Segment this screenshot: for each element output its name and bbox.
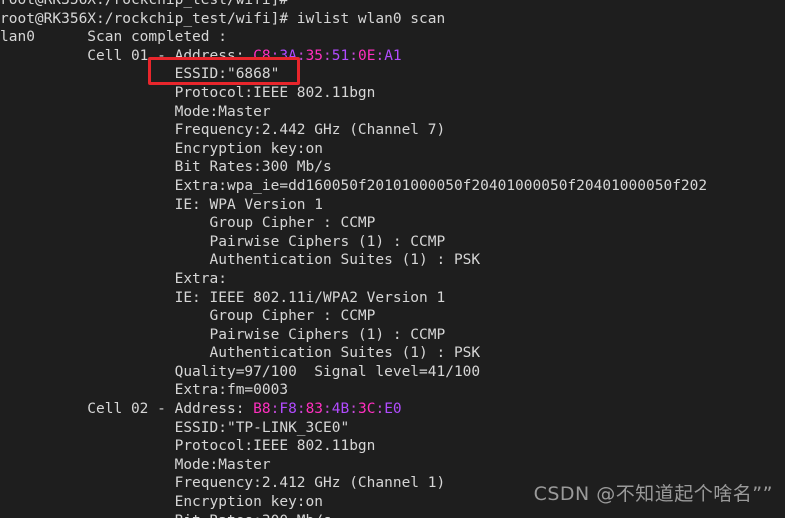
terminal-line-prompt-command: root@RK356X:/rockchip_test/wifi]# iwlist…	[0, 10, 785, 29]
terminal-line-cell01-mode: Mode:Master	[0, 103, 785, 122]
terminal-output[interactable]: root@RK356X:/rockchip_test/wifi]# root@RK…	[0, 0, 785, 518]
line-text: Encryption key:on	[0, 494, 324, 511]
mac-separator: :	[375, 47, 385, 64]
mac-octet: B8	[253, 401, 271, 418]
mac-separator: :	[296, 401, 306, 418]
terminal-line-cell02-bitrates: Bit Rates:300 Mb/s	[0, 512, 785, 518]
terminal-line-cell01-extra: Extra:	[0, 270, 785, 289]
line-text: root@RK356X:/rockchip_test/wifi]# iwlist…	[0, 10, 446, 27]
line-text: Cell 01 - Address:	[0, 47, 254, 64]
terminal-line-cell01-wpa2-pairwise: Pairwise Ciphers (1) : CCMP	[0, 326, 785, 345]
line-text: Bit Rates:300 Mb/s	[0, 159, 332, 176]
mac-octet: 35	[305, 47, 324, 64]
line-text: Extra:	[0, 270, 227, 287]
terminal-line-cell01-essid: ESSID:"6868"	[0, 65, 785, 84]
terminal-line-cell02-address: Cell 02 - Address: B8:F8:83:4B:3C:E0	[0, 400, 785, 419]
terminal-line-prompt-prev: root@RK356X:/rockchip_test/wifi]#	[0, 0, 785, 10]
line-text: IE: WPA Version 1	[0, 196, 324, 213]
mac-octet: E0	[384, 401, 402, 418]
terminal-line-cell01-wpa-group: Group Cipher : CCMP	[0, 214, 785, 233]
mac-separator: :	[323, 401, 332, 418]
terminal-line-cell01-wpa2-group: Group Cipher : CCMP	[0, 307, 785, 326]
mac-octet: 3A	[279, 47, 297, 64]
line-text: root@RK356X:/rockchip_test/wifi]#	[0, 0, 289, 8]
line-text: Encryption key:on	[0, 140, 324, 157]
terminal-line-cell01-extra-fm: Extra:fm=0003	[0, 381, 785, 400]
line-text: Mode:Master	[0, 103, 271, 120]
mac-separator: :	[296, 47, 306, 64]
terminal-line-scan-completed: lan0 Scan completed :	[0, 28, 785, 47]
line-text: Group Cipher : CCMP	[0, 215, 376, 232]
terminal-line-cell02-protocol: Protocol:IEEE 802.11bgn	[0, 437, 785, 456]
line-text: ESSID:"6868"	[0, 66, 280, 83]
terminal-line-cell01-protocol: Protocol:IEEE 802.11bgn	[0, 84, 785, 103]
line-text: Extra:fm=0003	[0, 382, 289, 399]
terminal-line-cell01-ie-wpa2: IE: IEEE 802.11i/WPA2 Version 1	[0, 289, 785, 308]
mac-octet: 83	[305, 401, 324, 418]
mac-octet: F8	[279, 401, 297, 418]
line-text: IE: IEEE 802.11i/WPA2 Version 1	[0, 289, 446, 306]
line-text: Frequency:2.442 GHz (Channel 7)	[0, 122, 446, 139]
line-text: Protocol:IEEE 802.11bgn	[0, 438, 376, 455]
mac-separator: :	[349, 47, 358, 64]
terminal-line-cell01-bitrates: Bit Rates:300 Mb/s	[0, 158, 785, 177]
mac-octet: 51	[331, 47, 350, 64]
mac-octet: 4B	[331, 401, 350, 418]
line-text: ESSID:"TP-LINK_3CE0"	[0, 419, 350, 436]
line-text: Bit Rates:300 Mb/s	[0, 513, 332, 518]
mac-separator: :	[375, 401, 385, 418]
mac-octet: C8	[253, 47, 271, 64]
line-text: Pairwise Ciphers (1) : CCMP	[0, 326, 446, 343]
line-text: Mode:Master	[0, 456, 271, 473]
line-text: Protocol:IEEE 802.11bgn	[0, 84, 376, 101]
csdn-watermark: CSDN @不知道起个啥名””	[533, 483, 773, 506]
mac-address: B8:F8:83:4B:3C:E0	[253, 401, 401, 417]
terminal-line-cell01-frequency: Frequency:2.442 GHz (Channel 7)	[0, 121, 785, 140]
terminal-screen: root@RK356X:/rockchip_test/wifi]# root@RK…	[0, 0, 785, 518]
terminal-line-cell02-essid: ESSID:"TP-LINK_3CE0"	[0, 419, 785, 438]
mac-address: C8:3A:35:51:0E:A1	[253, 48, 401, 64]
mac-separator: :	[323, 47, 332, 64]
line-text: Quality=97/100 Signal level=41/100	[0, 363, 481, 380]
terminal-line-cell01-wpa2-auth: Authentication Suites (1) : PSK	[0, 344, 785, 363]
line-text: Group Cipher : CCMP	[0, 308, 376, 325]
terminal-line-cell01-wpa-ie: Extra:wpa_ie=dd160050f20101000050f204010…	[0, 177, 785, 196]
terminal-line-cell01-wpa-pairwise: Pairwise Ciphers (1) : CCMP	[0, 233, 785, 252]
line-text: lan0 Scan completed :	[0, 29, 227, 46]
terminal-line-cell01-address: Cell 01 - Address: C8:3A:35:51:0E:A1	[0, 47, 785, 66]
terminal-line-cell01-quality: Quality=97/100 Signal level=41/100	[0, 363, 785, 382]
terminal-line-cell01-encryption: Encryption key:on	[0, 140, 785, 159]
line-text: Authentication Suites (1) : PSK	[0, 345, 481, 362]
line-text: Extra:wpa_ie=dd160050f20101000050f204010…	[0, 177, 708, 194]
mac-octet: 0E	[357, 47, 376, 64]
line-text: Pairwise Ciphers (1) : CCMP	[0, 233, 446, 250]
line-text: Cell 02 - Address:	[0, 401, 254, 418]
mac-octet: 3C	[357, 401, 376, 418]
terminal-line-cell01-ie-wpa: IE: WPA Version 1	[0, 196, 785, 215]
terminal-line-cell02-mode: Mode:Master	[0, 456, 785, 475]
mac-separator: :	[349, 401, 358, 418]
mac-octet: A1	[384, 47, 402, 64]
line-text: Frequency:2.412 GHz (Channel 1)	[0, 475, 446, 492]
line-text: Authentication Suites (1) : PSK	[0, 252, 481, 269]
terminal-line-cell01-wpa-auth: Authentication Suites (1) : PSK	[0, 251, 785, 270]
